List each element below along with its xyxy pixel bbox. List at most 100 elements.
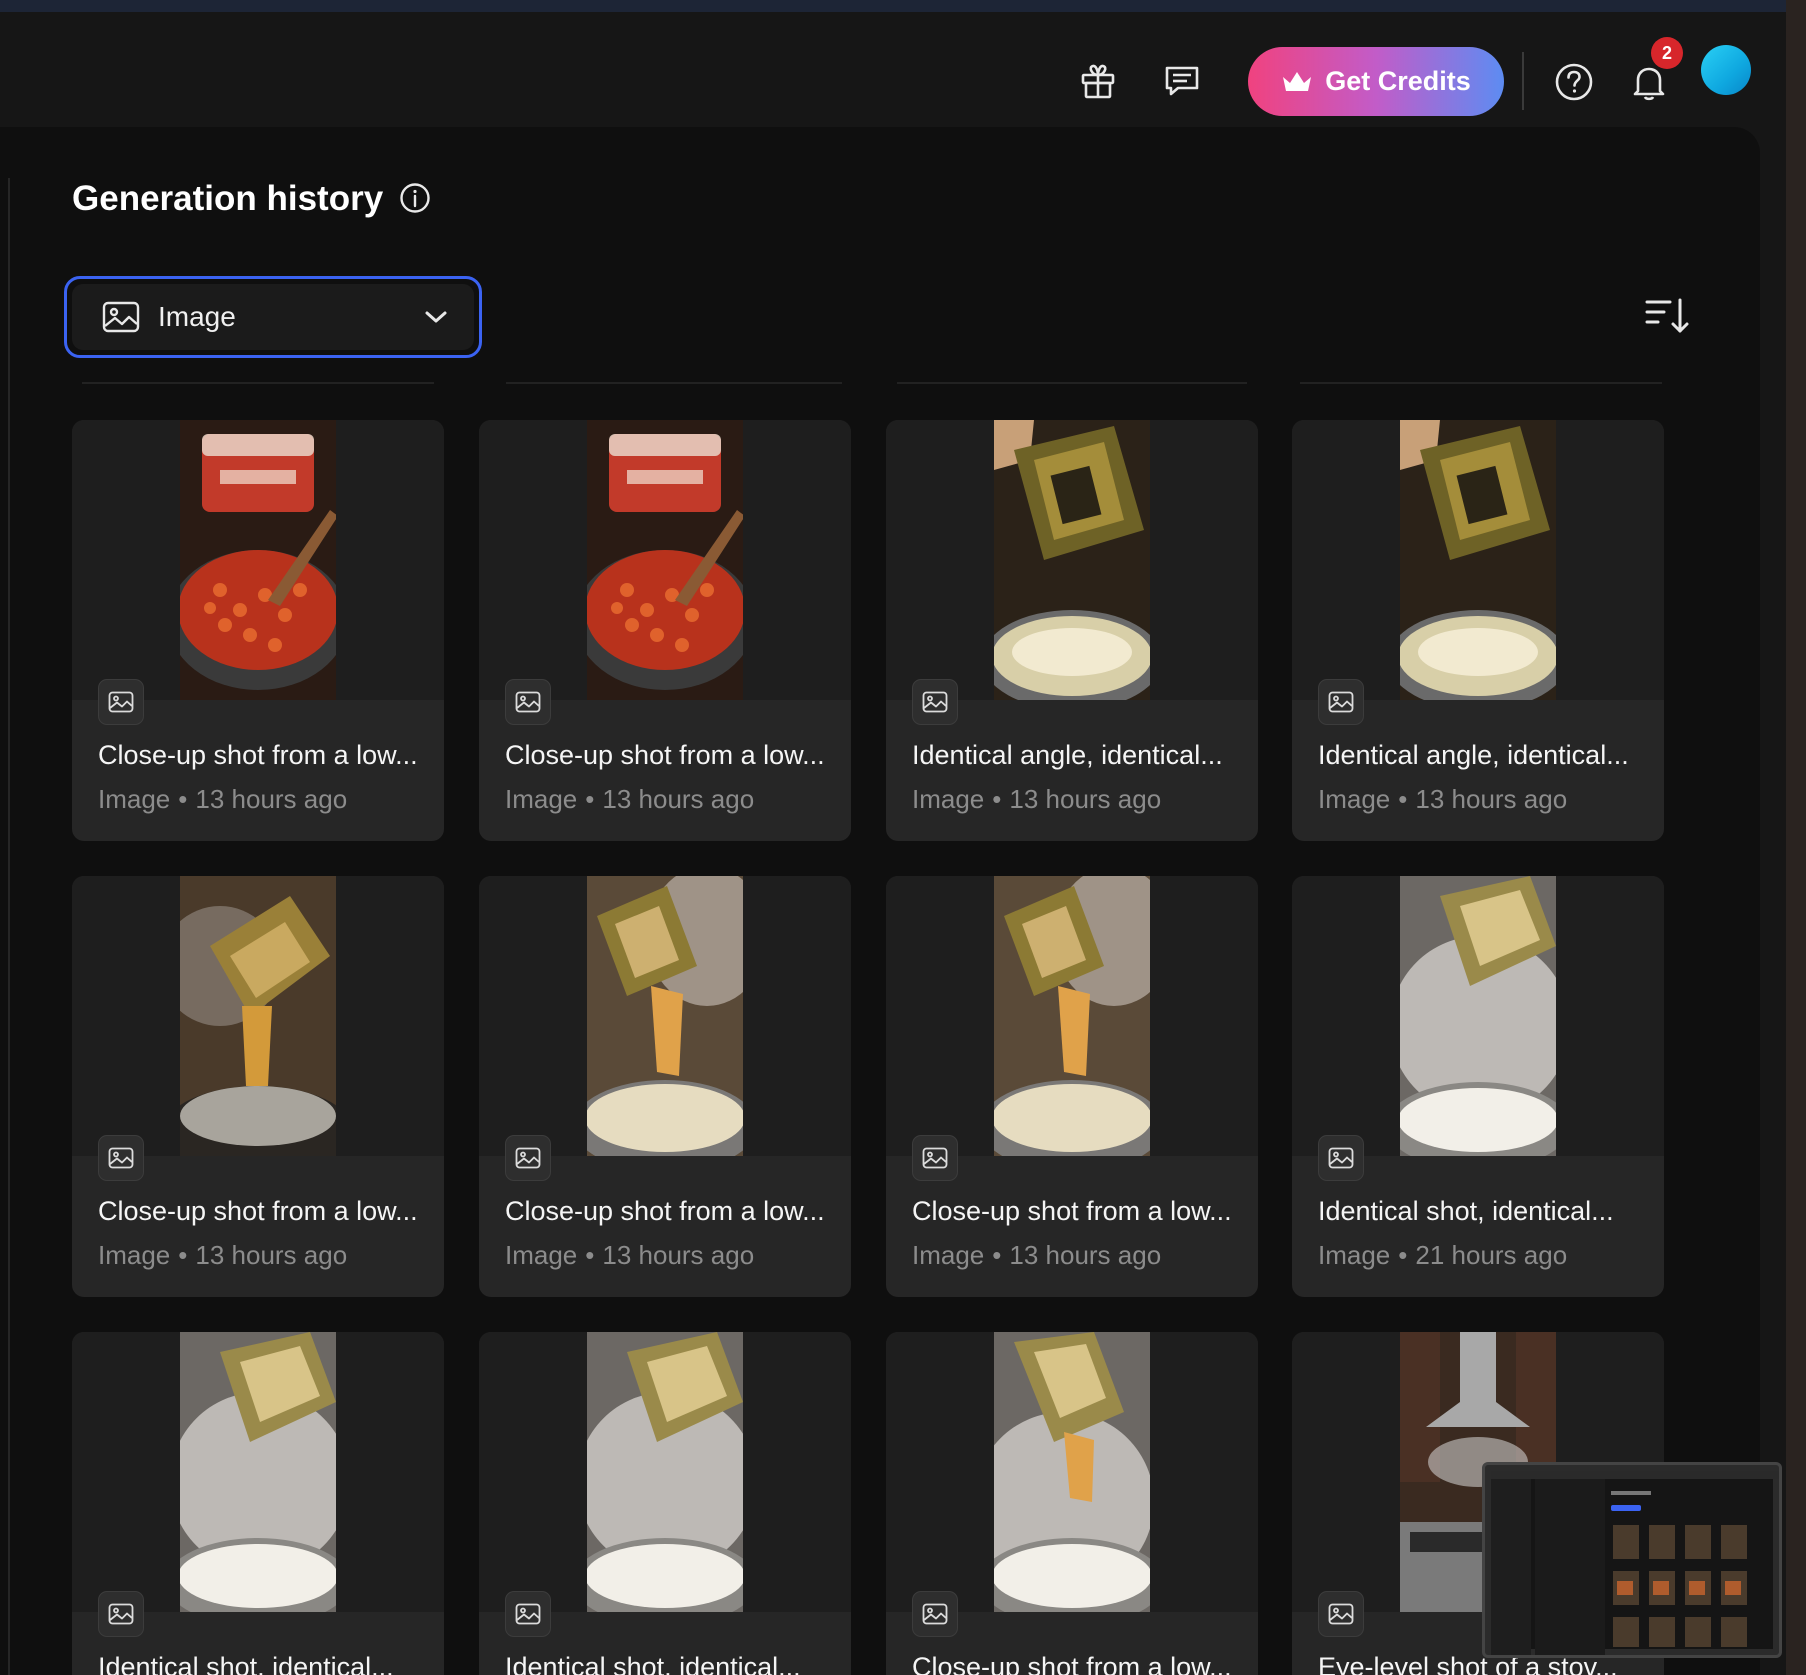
chevron-down-icon [425,311,447,323]
card-title: Identical angle, identical... [1318,740,1629,770]
type-filter-dropdown[interactable]: Image [64,276,482,358]
card-meta: Image • 21 hours ago [1318,1239,1567,1271]
thumbnail-area [886,420,1258,700]
meta-separator: • [1398,784,1408,814]
card-title: Close-up shot from a low... [98,1196,418,1226]
card-title: Identical shot, identical... [98,1652,394,1675]
image-type-icon [912,1591,958,1637]
image-type-icon [912,679,958,725]
meta-separator: • [992,1240,1002,1270]
thumbnail-area [479,876,851,1156]
generation-card[interactable]: Close-up shot from a low... Image • 13 hour… [72,420,444,841]
meta-separator: • [178,784,188,814]
card-type: Image [98,1240,171,1270]
user-avatar[interactable] [1701,45,1751,95]
sidebar-divider [8,178,10,1675]
column-divider [1300,382,1662,384]
generation-thumbnail[interactable] [994,420,1150,700]
card-title: Identical shot, identical... [505,1652,801,1675]
card-age: 13 hours ago [1009,784,1162,814]
card-age: 13 hours ago [602,784,755,814]
generation-card[interactable]: Close-up shot from a low... Image • 13 hour… [886,876,1258,1297]
generation-card[interactable]: Identical angle, identical... Image • 13 ho… [1292,420,1664,841]
generation-thumbnail[interactable] [180,876,336,1156]
card-type: Image [912,784,985,814]
card-title: Close-up shot from a low... [505,1196,825,1226]
image-type-icon [505,1591,551,1637]
filter-selected-value: Image [158,301,236,332]
generation-thumbnail[interactable] [587,876,743,1156]
generation-thumbnail[interactable] [587,420,743,700]
image-type-icon [505,679,551,725]
image-type-icon [1318,679,1364,725]
generation-thumbnail[interactable] [994,1332,1150,1612]
page-title: Generation history [72,179,384,218]
crown-icon [1283,71,1312,91]
generation-thumbnail[interactable] [1400,420,1556,700]
get-credits-label: Get Credits [1325,66,1471,96]
header-divider [1522,52,1524,110]
thumbnail-area [72,876,444,1156]
card-type: Image [1318,784,1391,814]
notification-badge: 2 [1651,37,1683,69]
card-age: 13 hours ago [602,1240,755,1270]
gift-icon[interactable] [1074,57,1122,105]
top-header: Get Credits [0,12,1786,127]
generation-thumbnail[interactable] [180,420,336,700]
sort-descending-icon[interactable] [1644,296,1690,341]
card-type: Image [505,784,578,814]
thumbnail-area [479,1332,851,1612]
thumbnail-area [479,420,851,700]
card-title: Identical angle, identical... [912,740,1223,770]
window-edge [1786,0,1806,1675]
card-age: 13 hours ago [1415,784,1568,814]
thumbnail-area [1292,420,1664,700]
screenshot-preview-thumbnail[interactable] [1482,1462,1782,1658]
card-age: 13 hours ago [195,1240,348,1270]
card-title: Identical shot, identical... [1318,1196,1614,1226]
generation-card[interactable]: Close-up shot from a low... Image • 13 hour… [72,876,444,1297]
card-type: Image [912,1240,985,1270]
generation-card[interactable]: Identical shot, identical... [72,1332,444,1675]
generation-thumbnail[interactable] [180,1332,336,1612]
generation-card[interactable]: Identical shot, identical... [479,1332,851,1675]
generation-card[interactable]: Close-up shot from a low... Image • 13 hour… [479,420,851,841]
card-meta: Image • 13 hours ago [912,1239,1161,1271]
generation-card[interactable]: Identical angle, identical... Image • 13 ho… [886,420,1258,841]
image-icon [102,301,140,333]
card-age: 21 hours ago [1415,1240,1568,1270]
image-type-icon [505,1135,551,1181]
card-title: Close-up shot from a low... [912,1652,1232,1675]
get-credits-button[interactable]: Get Credits [1248,47,1504,116]
card-meta: Image • 13 hours ago [98,783,347,815]
thumbnail-area [886,1332,1258,1612]
chat-feedback-icon[interactable] [1158,57,1206,105]
generation-card[interactable]: Close-up shot from a low... Image • 13 hour… [479,876,851,1297]
thumbnail-area [72,1332,444,1612]
generation-card[interactable]: Close-up shot from a low... [886,1332,1258,1675]
thumbnail-area [1292,876,1664,1156]
card-title: Close-up shot from a low... [98,740,418,770]
generation-card[interactable]: Identical shot, identical... Image • 21 hou… [1292,876,1664,1297]
window-top-strip [0,0,1806,12]
generation-thumbnail[interactable] [1400,876,1556,1156]
card-meta: Image • 13 hours ago [505,1239,754,1271]
image-type-icon [912,1135,958,1181]
image-type-icon [98,1135,144,1181]
info-icon[interactable] [398,181,432,220]
generation-thumbnail[interactable] [587,1332,743,1612]
generation-thumbnail[interactable] [994,876,1150,1156]
image-type-icon [1318,1135,1364,1181]
card-age: 13 hours ago [1009,1240,1162,1270]
meta-separator: • [585,1240,595,1270]
card-type: Image [505,1240,578,1270]
image-type-icon [98,679,144,725]
image-type-icon [98,1591,144,1637]
column-divider [506,382,842,384]
image-type-icon [1318,1591,1364,1637]
thumbnail-area [72,420,444,700]
help-icon[interactable] [1550,58,1598,106]
meta-separator: • [1398,1240,1408,1270]
card-meta: Image • 13 hours ago [912,783,1161,815]
thumbnail-area [886,876,1258,1156]
